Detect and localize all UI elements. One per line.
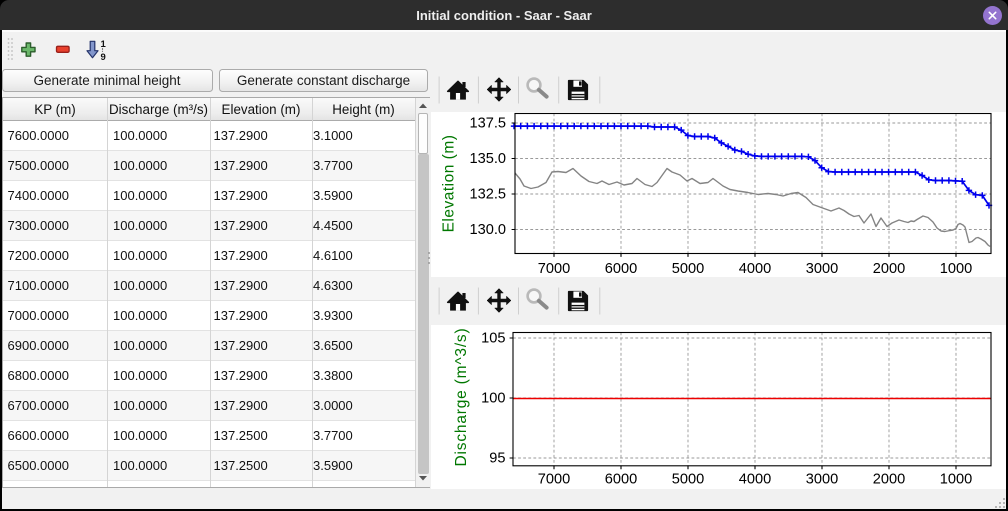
svg-text:9: 9 [101,52,106,63]
svg-text:3000: 3000 [806,261,838,277]
svg-text:132.5: 132.5 [469,187,506,203]
svg-text:105: 105 [481,330,505,346]
svg-text:3000: 3000 [806,471,838,487]
svg-text:1000: 1000 [940,261,972,277]
svg-text:6000: 6000 [605,471,637,487]
svg-text:1: 1 [101,39,107,50]
svg-text:5000: 5000 [672,471,704,487]
svg-text:7000: 7000 [538,471,570,487]
svg-text:7000: 7000 [538,261,570,277]
svg-text:130.0: 130.0 [469,222,506,238]
svg-text:95: 95 [489,450,505,466]
svg-text:Discharge (m^3/s): Discharge (m^3/s) [453,327,470,466]
svg-text:2000: 2000 [873,471,905,487]
svg-text:Elevation (m): Elevation (m) [441,135,458,233]
svg-text:135.0: 135.0 [469,151,506,167]
svg-text:4000: 4000 [739,471,771,487]
svg-text:137.5: 137.5 [469,116,506,132]
svg-text:4000: 4000 [739,261,771,277]
svg-text:5000: 5000 [672,261,704,277]
svg-text:1000: 1000 [940,471,972,487]
svg-text:100: 100 [481,390,505,406]
svg-text:2000: 2000 [873,261,905,277]
svg-text:6000: 6000 [605,261,637,277]
